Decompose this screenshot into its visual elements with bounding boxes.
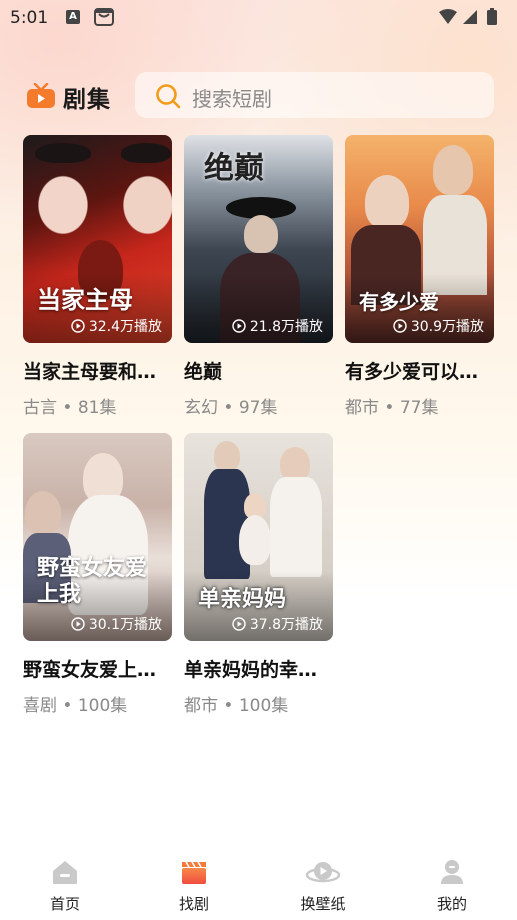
poster-title-text: 有多少爱 — [359, 290, 439, 314]
clapperboard-icon — [182, 861, 206, 884]
play-icon — [232, 319, 246, 333]
search-placeholder: 搜索短剧 — [192, 87, 272, 111]
drama-title[interactable]: 绝巅 — [184, 357, 333, 384]
play-count: 32.4万播放 — [71, 317, 162, 335]
tab-label: 我的 — [436, 895, 467, 913]
drama-title[interactable]: 单亲妈妈的幸… — [184, 655, 333, 682]
play-count-text: 21.8万播放 — [249, 319, 323, 335]
profile-icon — [441, 860, 463, 884]
drama-poster[interactable]: 单亲妈妈 37.8万播放 — [184, 433, 333, 641]
play-icon — [71, 319, 85, 333]
search-icon — [156, 84, 181, 109]
poster-title-text: 单亲妈妈 — [198, 586, 287, 612]
drama-poster[interactable]: 野蛮女友爱上我 30.1万播放 — [23, 433, 172, 641]
tab-find-drama[interactable]: 找剧 — [149, 848, 239, 920]
play-count: 37.8万播放 — [232, 615, 323, 633]
drama-genre: 喜剧 — [23, 696, 57, 716]
play-count: 30.1万播放 — [71, 615, 162, 633]
tab-wallpaper[interactable]: 换壁纸 — [278, 848, 368, 920]
drama-title[interactable]: 当家主母要和… — [23, 357, 172, 384]
drama-episodes: 100集 — [238, 696, 289, 716]
drama-genre: 古言 — [23, 398, 57, 418]
search-bar[interactable]: 搜索短剧 — [135, 72, 494, 118]
tab-label: 找剧 — [178, 895, 209, 913]
drama-genre: 玄幻 — [184, 398, 218, 418]
drama-meta: 古言 • 81集 — [23, 398, 117, 418]
signal-icon — [463, 10, 477, 24]
header: 剧集 搜索短剧 — [0, 70, 517, 120]
battery-icon — [487, 10, 497, 25]
drama-meta: 都市 • 77集 — [345, 398, 439, 418]
tab-label: 首页 — [49, 895, 80, 913]
keyboard-notification-icon: A — [66, 10, 80, 24]
play-count-text: 30.9万播放 — [410, 319, 484, 335]
tab-label: 换壁纸 — [300, 895, 346, 913]
poster-title-text: 当家主母 — [37, 285, 133, 314]
poster-title-text: 绝巅 — [204, 151, 264, 186]
wallpaper-icon — [305, 862, 341, 883]
tv-logo-icon — [27, 83, 55, 108]
play-count-text: 32.4万播放 — [88, 319, 162, 335]
drama-title[interactable]: 有多少爱可以… — [345, 357, 494, 384]
drama-meta: 都市 • 100集 — [184, 696, 289, 716]
drama-meta: 玄幻 • 97集 — [184, 398, 278, 418]
bottom-tab-bar: 首页 找剧 换壁纸 我的 — [0, 848, 517, 920]
page-title: 剧集 — [63, 87, 111, 113]
play-icon — [232, 617, 246, 631]
app-notification-icon — [94, 8, 114, 26]
drama-meta: 喜剧 • 100集 — [23, 696, 128, 716]
poster-title-text: 野蛮女友爱上我 — [37, 555, 148, 607]
tab-home[interactable]: 首页 — [20, 848, 110, 920]
home-icon — [53, 861, 77, 884]
drama-episodes: 77集 — [399, 398, 439, 418]
status-time: 5:01 — [10, 8, 49, 28]
drama-episodes: 81集 — [77, 398, 117, 418]
play-count-text: 30.1万播放 — [88, 617, 162, 633]
play-count: 30.9万播放 — [393, 317, 484, 335]
drama-episodes: 97集 — [238, 398, 278, 418]
status-bar: 5:01 A — [0, 0, 517, 34]
drama-poster[interactable]: 绝巅 21.8万播放 — [184, 135, 333, 343]
tab-profile[interactable]: 我的 — [407, 848, 497, 920]
play-count: 21.8万播放 — [232, 317, 323, 335]
wifi-icon — [439, 9, 457, 24]
drama-poster[interactable]: 有多少爱 30.9万播放 — [345, 135, 494, 343]
play-icon — [393, 319, 407, 333]
drama-genre: 都市 — [345, 398, 379, 418]
drama-poster[interactable]: 当家主母 32.4万播放 — [23, 135, 172, 343]
play-icon — [71, 617, 85, 631]
drama-genre: 都市 — [184, 696, 218, 716]
system-status-icons — [439, 8, 497, 25]
drama-title[interactable]: 野蛮女友爱上… — [23, 655, 172, 682]
play-count-text: 37.8万播放 — [249, 617, 323, 633]
drama-episodes: 100集 — [77, 696, 128, 716]
